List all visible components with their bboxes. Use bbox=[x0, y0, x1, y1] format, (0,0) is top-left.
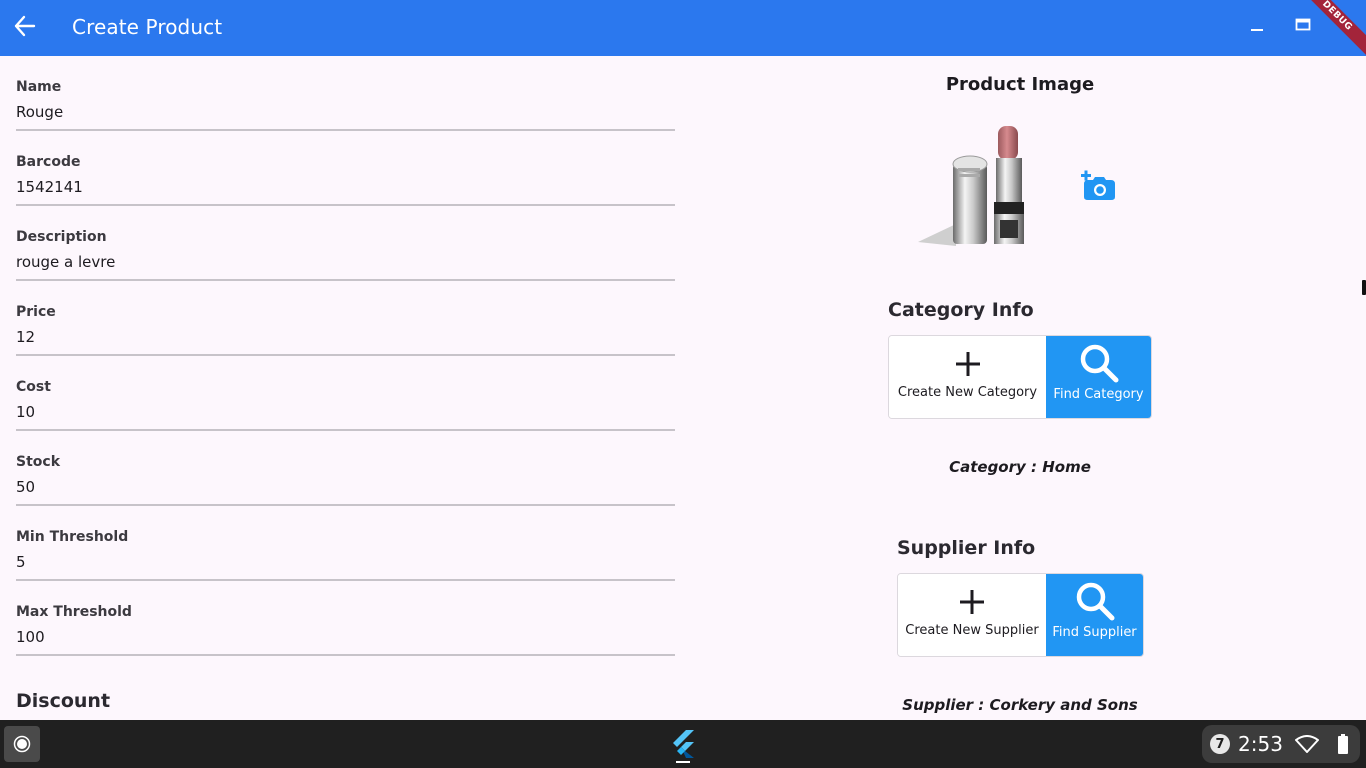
add-icon bbox=[960, 590, 984, 614]
field-label: Stock bbox=[16, 454, 61, 470]
create-category-label: Create New Category bbox=[897, 385, 1038, 400]
cost-field[interactable]: Cost 10 bbox=[16, 356, 675, 431]
create-category-button[interactable]: Create New Category bbox=[889, 336, 1046, 418]
field-value[interactable]: rouge a levre bbox=[16, 253, 115, 271]
field-label: Price bbox=[16, 304, 56, 320]
clock: 2:53 bbox=[1238, 732, 1283, 756]
wifi-icon bbox=[1294, 735, 1319, 753]
search-icon bbox=[1076, 582, 1114, 621]
taskbar: 7 2:53 bbox=[0, 720, 1366, 768]
field-underline bbox=[16, 654, 675, 656]
back-button[interactable] bbox=[8, 8, 42, 44]
category-button-group: Create New Category Find Category bbox=[888, 335, 1152, 419]
find-category-label: Find Category bbox=[1053, 387, 1144, 402]
find-category-button[interactable]: Find Category bbox=[1046, 336, 1151, 418]
flutter-app-button[interactable] bbox=[668, 728, 698, 764]
field-value[interactable]: 50 bbox=[16, 478, 35, 496]
field-label: Cost bbox=[16, 379, 51, 395]
create-supplier-label: Create New Supplier bbox=[905, 623, 1039, 638]
field-label: Min Threshold bbox=[16, 529, 129, 545]
price-field[interactable]: Price 12 bbox=[16, 281, 675, 356]
field-label: Max Threshold bbox=[16, 604, 132, 620]
product-image-title: Product Image bbox=[945, 74, 1095, 95]
category-info-title: Category Info bbox=[888, 299, 1034, 321]
description-field[interactable]: Description rouge a levre bbox=[16, 206, 675, 281]
field-value[interactable]: 1542141 bbox=[16, 178, 83, 196]
stock-field[interactable]: Stock 50 bbox=[16, 431, 675, 506]
field-value[interactable]: 12 bbox=[16, 328, 35, 346]
minimize-button[interactable] bbox=[1242, 12, 1272, 38]
barcode-field[interactable]: Barcode 1542141 bbox=[16, 131, 675, 206]
find-supplier-button[interactable]: Find Supplier bbox=[1046, 574, 1143, 656]
category-value: Category : Home bbox=[949, 458, 1091, 476]
field-value[interactable]: Rouge bbox=[16, 103, 63, 121]
min-threshold-field[interactable]: Min Threshold 5 bbox=[16, 506, 675, 581]
arrow-back-icon bbox=[14, 15, 36, 37]
find-supplier-label: Find Supplier bbox=[1052, 625, 1137, 640]
field-label: Barcode bbox=[16, 154, 81, 170]
add-a-photo-icon bbox=[1081, 170, 1115, 200]
field-value[interactable]: 100 bbox=[16, 628, 45, 646]
minimize-icon bbox=[1251, 29, 1263, 31]
launcher-circle-icon bbox=[13, 735, 31, 753]
supplier-button-group: Create New Supplier Find Supplier bbox=[897, 573, 1144, 657]
maximize-button[interactable] bbox=[1288, 12, 1318, 38]
max-threshold-field[interactable]: Max Threshold 100 bbox=[16, 581, 675, 656]
battery-icon bbox=[1337, 734, 1348, 754]
status-tray[interactable]: 7 2:53 bbox=[1202, 725, 1360, 763]
active-app-indicator bbox=[676, 761, 690, 763]
name-field[interactable]: Name Rouge bbox=[16, 56, 675, 131]
launcher-button[interactable] bbox=[4, 726, 40, 762]
add-photo-button[interactable] bbox=[1080, 168, 1120, 204]
field-label: Description bbox=[16, 229, 107, 245]
lipstick-image bbox=[918, 126, 1024, 246]
app-bar: Create Product DEBUG bbox=[0, 0, 1366, 56]
supplier-info-title: Supplier Info bbox=[897, 537, 1036, 559]
product-image[interactable] bbox=[918, 124, 1033, 249]
create-supplier-button[interactable]: Create New Supplier bbox=[898, 574, 1046, 656]
supplier-value: Supplier : Corkery and Sons bbox=[902, 696, 1138, 714]
discount-title: Discount bbox=[16, 690, 111, 712]
scrollbar-thumb[interactable] bbox=[1362, 280, 1366, 295]
maximize-icon bbox=[1295, 18, 1311, 31]
notification-badge[interactable]: 7 bbox=[1210, 734, 1230, 754]
field-label: Name bbox=[16, 79, 62, 95]
field-value[interactable]: 5 bbox=[16, 553, 26, 571]
page-title: Create Product bbox=[72, 15, 223, 39]
add-icon bbox=[955, 352, 980, 376]
flutter-icon bbox=[673, 730, 694, 758]
field-value[interactable]: 10 bbox=[16, 403, 35, 421]
search-icon bbox=[1080, 344, 1118, 383]
